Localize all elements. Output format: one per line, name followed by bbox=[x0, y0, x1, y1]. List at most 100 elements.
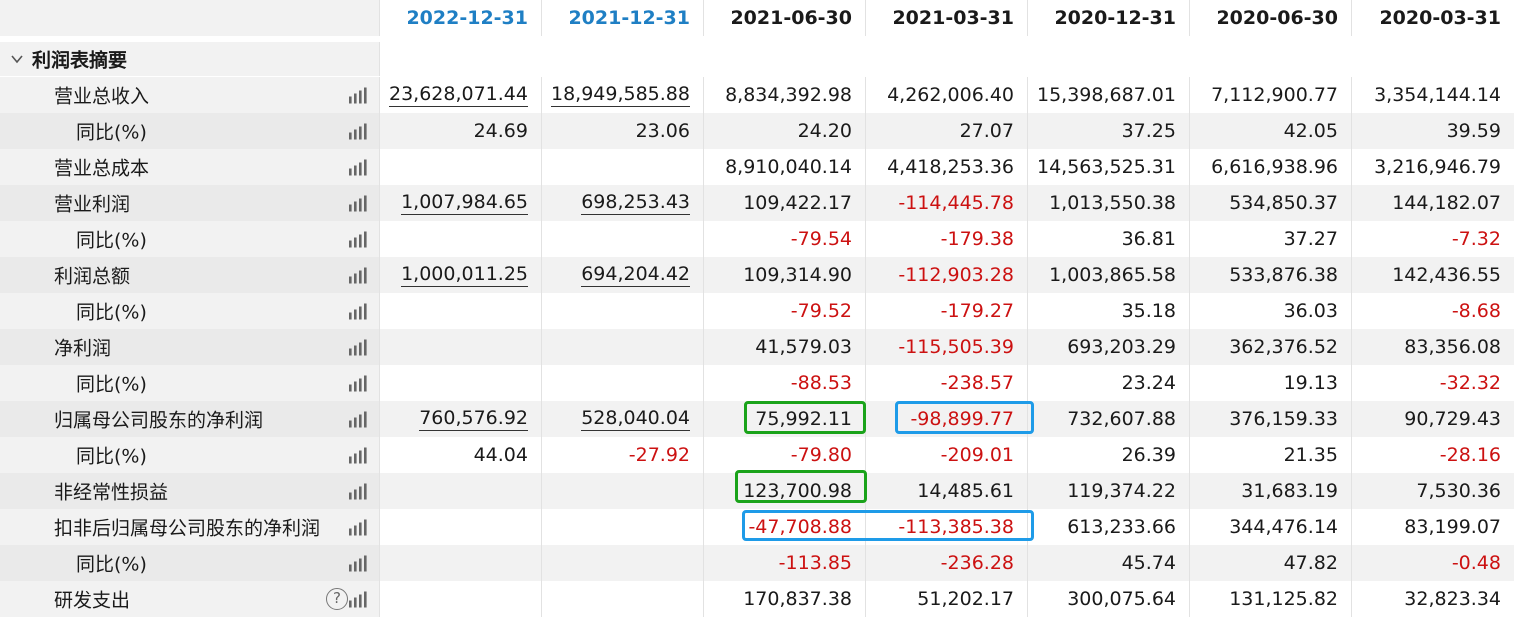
column-header-date[interactable]: 2020-12-31 bbox=[1028, 0, 1190, 36]
value-cell[interactable]: 42.05 bbox=[1190, 113, 1352, 149]
bar-chart-icon[interactable] bbox=[348, 123, 367, 140]
value-cell[interactable]: 694,204.42 bbox=[542, 257, 704, 293]
section-profit-summary[interactable]: 利润表摘要 bbox=[0, 42, 1514, 76]
value-cell[interactable] bbox=[542, 293, 704, 329]
value-cell[interactable]: 27.07 bbox=[866, 113, 1028, 149]
value-cell[interactable]: 21.35 bbox=[1190, 437, 1352, 473]
value-cell[interactable] bbox=[542, 329, 704, 365]
value-cell[interactable]: 39.59 bbox=[1352, 113, 1514, 149]
value-cell[interactable]: 19.13 bbox=[1190, 365, 1352, 401]
value-cell[interactable]: 24.20 bbox=[704, 113, 866, 149]
bar-chart-icon[interactable] bbox=[348, 339, 367, 356]
bar-chart-icon[interactable] bbox=[348, 159, 367, 176]
value-cell[interactable]: 344,476.14 bbox=[1190, 509, 1352, 545]
value-cell[interactable] bbox=[380, 329, 542, 365]
value-cell[interactable]: 376,159.33 bbox=[1190, 401, 1352, 437]
bar-chart-icon[interactable] bbox=[348, 411, 367, 428]
value-cell[interactable]: 693,203.29 bbox=[1028, 329, 1190, 365]
value-cell[interactable]: 1,007,984.65 bbox=[380, 185, 542, 221]
value-cell[interactable]: 7,112,900.77 bbox=[1190, 77, 1352, 113]
value-cell[interactable]: 300,075.64 bbox=[1028, 581, 1190, 617]
value-cell[interactable]: 142,436.55 bbox=[1352, 257, 1514, 293]
value-cell[interactable]: -179.27 bbox=[866, 293, 1028, 329]
bar-chart-icon[interactable] bbox=[348, 195, 367, 212]
value-cell[interactable]: -79.80 bbox=[704, 437, 866, 473]
value-cell[interactable]: 528,040.04 bbox=[542, 401, 704, 437]
value-cell[interactable]: -88.53 bbox=[704, 365, 866, 401]
value-cell[interactable]: 51,202.17 bbox=[866, 581, 1028, 617]
value-cell[interactable]: 119,374.22 bbox=[1028, 473, 1190, 509]
value-cell[interactable] bbox=[380, 149, 542, 185]
value-cell[interactable]: -98,899.77 bbox=[866, 401, 1028, 437]
value-cell[interactable]: 83,356.08 bbox=[1352, 329, 1514, 365]
table-row[interactable]: 研发支出? 170,837.38 51,202.17 300,075.64 131,12… bbox=[0, 581, 1514, 617]
table-row[interactable]: 非经常性损益 123,700.98 14,485.61 119,374.22 31,68… bbox=[0, 473, 1514, 509]
column-header-date[interactable]: 2020-03-31 bbox=[1352, 0, 1514, 36]
table-row[interactable]: 同比(%) -88.53 -238.57 23.24 19.13 -32.32 bbox=[0, 365, 1514, 401]
value-cell[interactable]: 534,850.37 bbox=[1190, 185, 1352, 221]
value-cell[interactable]: -112,903.28 bbox=[866, 257, 1028, 293]
value-cell[interactable]: -236.28 bbox=[866, 545, 1028, 581]
value-cell[interactable]: -113.85 bbox=[704, 545, 866, 581]
column-header-date[interactable]: 2020-06-30 bbox=[1190, 0, 1352, 36]
table-row[interactable]: 同比(%) -79.52 -179.27 35.18 36.03 -8.68 bbox=[0, 293, 1514, 329]
value-cell[interactable]: -0.48 bbox=[1352, 545, 1514, 581]
table-row[interactable]: 营业总收入 23,628,071.44 18,949,585.88 8,834,392… bbox=[0, 77, 1514, 113]
value-cell[interactable] bbox=[380, 221, 542, 257]
bar-chart-icon[interactable] bbox=[348, 231, 367, 248]
table-row[interactable]: 营业总成本 8,910,040.14 4,418,253.36 14,563,525.… bbox=[0, 149, 1514, 185]
column-header-date[interactable]: 2021-12-31 bbox=[542, 0, 704, 36]
table-row[interactable]: 同比(%) -79.54 -179.38 36.81 37.27 -7.32 bbox=[0, 221, 1514, 257]
value-cell[interactable]: 732,607.88 bbox=[1028, 401, 1190, 437]
table-row[interactable]: 利润总额 1,000,011.25 694,204.42 109,314.90 -112… bbox=[0, 257, 1514, 293]
value-cell[interactable]: 144,182.07 bbox=[1352, 185, 1514, 221]
value-cell[interactable]: 36.03 bbox=[1190, 293, 1352, 329]
value-cell[interactable]: 760,576.92 bbox=[380, 401, 542, 437]
bar-chart-icon[interactable] bbox=[348, 375, 367, 392]
bar-chart-icon[interactable] bbox=[348, 591, 367, 608]
value-cell[interactable]: 14,563,525.31 bbox=[1028, 149, 1190, 185]
value-cell[interactable]: -8.68 bbox=[1352, 293, 1514, 329]
value-cell[interactable]: 4,418,253.36 bbox=[866, 149, 1028, 185]
value-cell[interactable]: 26.39 bbox=[1028, 437, 1190, 473]
value-cell[interactable]: 37.27 bbox=[1190, 221, 1352, 257]
value-cell[interactable]: 109,314.90 bbox=[704, 257, 866, 293]
value-cell[interactable]: -27.92 bbox=[542, 437, 704, 473]
section-label-cell[interactable]: 利润表摘要 bbox=[0, 42, 380, 76]
table-row[interactable]: 净利润 41,579.03 -115,505.39 693,203.29 362,376… bbox=[0, 329, 1514, 365]
value-cell[interactable]: 37.25 bbox=[1028, 113, 1190, 149]
value-cell[interactable] bbox=[542, 581, 704, 617]
value-cell[interactable]: 3,354,144.14 bbox=[1352, 77, 1514, 113]
value-cell[interactable]: 8,910,040.14 bbox=[704, 149, 866, 185]
table-row[interactable]: 同比(%) 44.04 -27.92 -79.80 -209.01 26.39 21.35 -… bbox=[0, 437, 1514, 473]
value-cell[interactable]: 31,683.19 bbox=[1190, 473, 1352, 509]
value-cell[interactable]: 131,125.82 bbox=[1190, 581, 1352, 617]
value-cell[interactable] bbox=[542, 365, 704, 401]
value-cell[interactable]: 36.81 bbox=[1028, 221, 1190, 257]
value-cell[interactable] bbox=[542, 509, 704, 545]
value-cell[interactable]: 7,530.36 bbox=[1352, 473, 1514, 509]
value-cell[interactable]: 14,485.61 bbox=[866, 473, 1028, 509]
value-cell[interactable]: 90,729.43 bbox=[1352, 401, 1514, 437]
column-header-date[interactable]: 2021-06-30 bbox=[704, 0, 866, 36]
value-cell[interactable]: 3,216,946.79 bbox=[1352, 149, 1514, 185]
value-cell[interactable]: 109,422.17 bbox=[704, 185, 866, 221]
table-row[interactable]: 营业利润 1,007,984.65 698,253.43 109,422.17 -114… bbox=[0, 185, 1514, 221]
column-header-date[interactable]: 2021-03-31 bbox=[866, 0, 1028, 36]
value-cell[interactable] bbox=[380, 365, 542, 401]
value-cell[interactable]: 698,253.43 bbox=[542, 185, 704, 221]
value-cell[interactable]: 44.04 bbox=[380, 437, 542, 473]
bar-chart-icon[interactable] bbox=[348, 267, 367, 284]
value-cell[interactable]: 24.69 bbox=[380, 113, 542, 149]
value-cell[interactable] bbox=[542, 545, 704, 581]
value-cell[interactable] bbox=[380, 473, 542, 509]
value-cell[interactable] bbox=[542, 221, 704, 257]
value-cell[interactable]: -238.57 bbox=[866, 365, 1028, 401]
value-cell[interactable]: 23.06 bbox=[542, 113, 704, 149]
value-cell[interactable]: 533,876.38 bbox=[1190, 257, 1352, 293]
value-cell[interactable]: 32,823.34 bbox=[1352, 581, 1514, 617]
value-cell[interactable] bbox=[380, 581, 542, 617]
value-cell[interactable]: 35.18 bbox=[1028, 293, 1190, 329]
value-cell[interactable] bbox=[380, 293, 542, 329]
value-cell[interactable] bbox=[380, 545, 542, 581]
